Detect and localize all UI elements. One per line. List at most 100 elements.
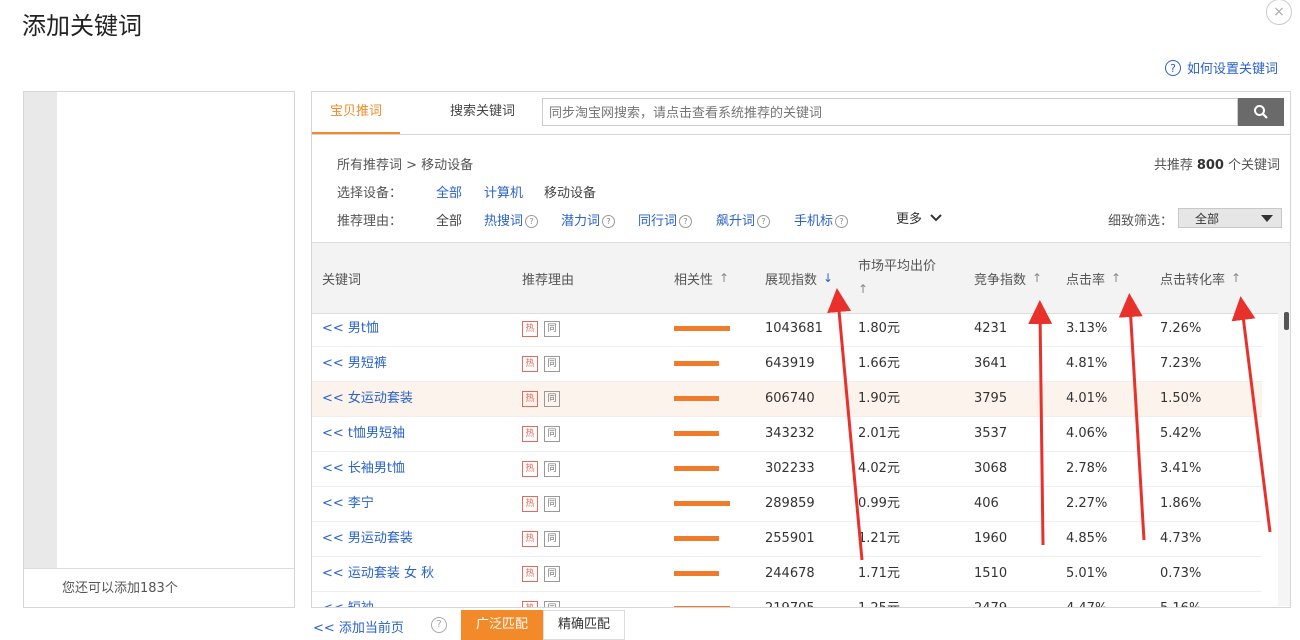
- ctr-value: 3.13%: [1066, 321, 1108, 336]
- col-competition[interactable]: 竞争指数 ↑: [974, 243, 1042, 313]
- sort-up-icon[interactable]: ↑: [719, 271, 729, 285]
- col-avg-bid[interactable]: 市场平均出价 ↑: [858, 243, 936, 313]
- search-input[interactable]: [542, 98, 1238, 126]
- col-impressions[interactable]: 展现指数 ↓: [765, 243, 833, 313]
- reason-tags: 热同: [522, 382, 566, 416]
- reason-option-hot-label: 热搜词: [484, 214, 524, 229]
- keyword-link[interactable]: << 男运动套装: [322, 522, 413, 556]
- reason-option-rising[interactable]: 飙升词?: [716, 210, 771, 229]
- total-number: 800: [1196, 158, 1224, 173]
- avg-bid-value: 1.80元: [858, 321, 900, 336]
- keyword-link[interactable]: << 男短裤: [322, 347, 387, 381]
- keyword-link[interactable]: << 长袖男t恤: [322, 452, 405, 486]
- dropdown-arrow-icon: [1261, 215, 1273, 222]
- help-icon[interactable]: ?: [431, 617, 447, 633]
- scrollbar-thumb[interactable]: [1284, 312, 1289, 330]
- keyword-link[interactable]: << 男t恤: [322, 312, 379, 346]
- cvr-value: 7.26%: [1160, 321, 1202, 336]
- keyword-link[interactable]: << 短袖: [322, 592, 374, 607]
- peer-tag-icon: 同: [544, 425, 560, 442]
- col-reason-label: 推荐理由: [522, 272, 575, 288]
- hot-tag-icon: 热: [522, 565, 538, 582]
- avg-bid-value: 4.02元: [858, 461, 900, 476]
- sort-up-icon[interactable]: ↑: [858, 278, 868, 300]
- filter-select-value: 全部: [1195, 212, 1220, 226]
- device-option-computer[interactable]: 计算机: [484, 182, 523, 201]
- keyword-link[interactable]: << 李宁: [322, 487, 374, 521]
- ctr-value: 4.01%: [1066, 391, 1108, 406]
- avg-bid-value: 1.71元: [858, 566, 900, 581]
- reason-tags: 热同: [522, 557, 566, 591]
- reason-option-peer[interactable]: 同行词?: [638, 210, 693, 229]
- reason-option-mobile[interactable]: 手机标?: [794, 210, 849, 229]
- sort-up-icon[interactable]: ↑: [1231, 271, 1241, 285]
- info-icon: ?: [757, 215, 771, 228]
- competition-value: 2479: [974, 592, 1007, 607]
- col-reason: 推荐理由: [522, 243, 574, 313]
- hot-tag-icon: 热: [522, 320, 538, 337]
- hot-tag-icon: 热: [522, 600, 538, 607]
- reason-option-all[interactable]: 全部: [436, 210, 462, 229]
- total-prefix: 共推荐: [1153, 158, 1193, 173]
- table-row: << 男短裤 热同 643919 1.66元 3641 4.81% 7.23%: [312, 347, 1262, 382]
- ctr-value: 4.06%: [1066, 426, 1108, 441]
- col-ctr[interactable]: 点击率 ↑: [1066, 243, 1121, 313]
- col-relevance-label: 相关性: [674, 272, 714, 288]
- add-current-page-link[interactable]: << 添加当前页: [313, 617, 404, 636]
- keyword-link[interactable]: << 女运动套装: [322, 382, 413, 416]
- cvr-value: 3.41%: [1160, 461, 1202, 476]
- tabs-row: 宝贝推词 搜索关键词: [312, 92, 1290, 135]
- sort-up-icon[interactable]: ↑: [1111, 271, 1121, 285]
- reason-option-hot[interactable]: 热搜词?: [484, 210, 539, 229]
- col-relevance[interactable]: 相关性 ↑: [674, 243, 729, 313]
- col-cvr-label: 点击转化率: [1160, 272, 1226, 288]
- tab-search[interactable]: 搜索关键词: [436, 92, 529, 134]
- more-label: 更多: [896, 212, 923, 227]
- competition-value: 3068: [974, 461, 1008, 476]
- ctr-value: 4.85%: [1066, 531, 1108, 546]
- keyword-link[interactable]: << t恤男短袖: [322, 417, 405, 451]
- device-option-mobile[interactable]: 移动设备: [544, 182, 596, 201]
- impressions-value: 606740: [765, 391, 815, 406]
- col-cvr[interactable]: 点击转化率 ↑: [1160, 243, 1241, 313]
- col-keyword: 关键词: [322, 243, 361, 313]
- question-icon: ?: [1165, 59, 1181, 76]
- relevance-bar: [674, 347, 719, 381]
- relevance-bar: [674, 592, 730, 607]
- competition-value: 406: [974, 496, 999, 511]
- broad-match-button[interactable]: 广泛匹配: [461, 610, 543, 640]
- breadcrumb: 所有推荐词 > 移动设备: [337, 158, 474, 173]
- close-button[interactable]: ×: [1266, 0, 1292, 25]
- table-row: << t恤男短袖 热同 343232 2.01元 3537 4.06% 5.42%: [312, 417, 1262, 452]
- search-button[interactable]: [1238, 98, 1284, 126]
- exact-match-button[interactable]: 精确匹配: [543, 610, 625, 640]
- avg-bid-value: 1.21元: [858, 531, 900, 546]
- sort-down-icon[interactable]: ↓: [823, 271, 833, 285]
- col-keyword-label: 关键词: [322, 272, 362, 288]
- reason-option-potential[interactable]: 潜力词?: [561, 210, 616, 229]
- info-icon: ?: [835, 215, 849, 228]
- avg-bid-value: 1.66元: [858, 356, 900, 371]
- peer-tag-icon: 同: [544, 530, 560, 547]
- hot-tag-icon: 热: [522, 495, 538, 512]
- sort-up-icon[interactable]: ↑: [1032, 271, 1042, 285]
- more-button[interactable]: 更多: [896, 208, 942, 227]
- help-link[interactable]: ? 如何设置关键词: [1165, 58, 1278, 77]
- table-row: << 短袖热同2197051.25元24794.47%5.16%: [312, 592, 1262, 607]
- avg-bid-value: 2.01元: [858, 426, 900, 441]
- peer-tag-icon: 同: [544, 320, 560, 337]
- peer-tag-icon: 同: [544, 565, 560, 582]
- reason-tags: 热同: [522, 347, 566, 381]
- impressions-value: 219705: [765, 592, 815, 607]
- relevance-bar: [674, 557, 719, 591]
- scrollbar[interactable]: [1278, 312, 1290, 606]
- keyword-link[interactable]: << 运动套装 女 秋: [322, 557, 434, 591]
- selected-keywords-panel: 您还可以添加183个: [23, 91, 295, 608]
- filter-select[interactable]: 全部: [1178, 208, 1282, 228]
- competition-value: 3641: [974, 356, 1008, 371]
- tab-recommended[interactable]: 宝贝推词: [312, 92, 400, 134]
- impressions-value: 244678: [765, 566, 815, 581]
- device-option-all[interactable]: 全部: [436, 182, 462, 201]
- cvr-value: 1.86%: [1160, 496, 1202, 511]
- info-icon: ?: [525, 215, 539, 228]
